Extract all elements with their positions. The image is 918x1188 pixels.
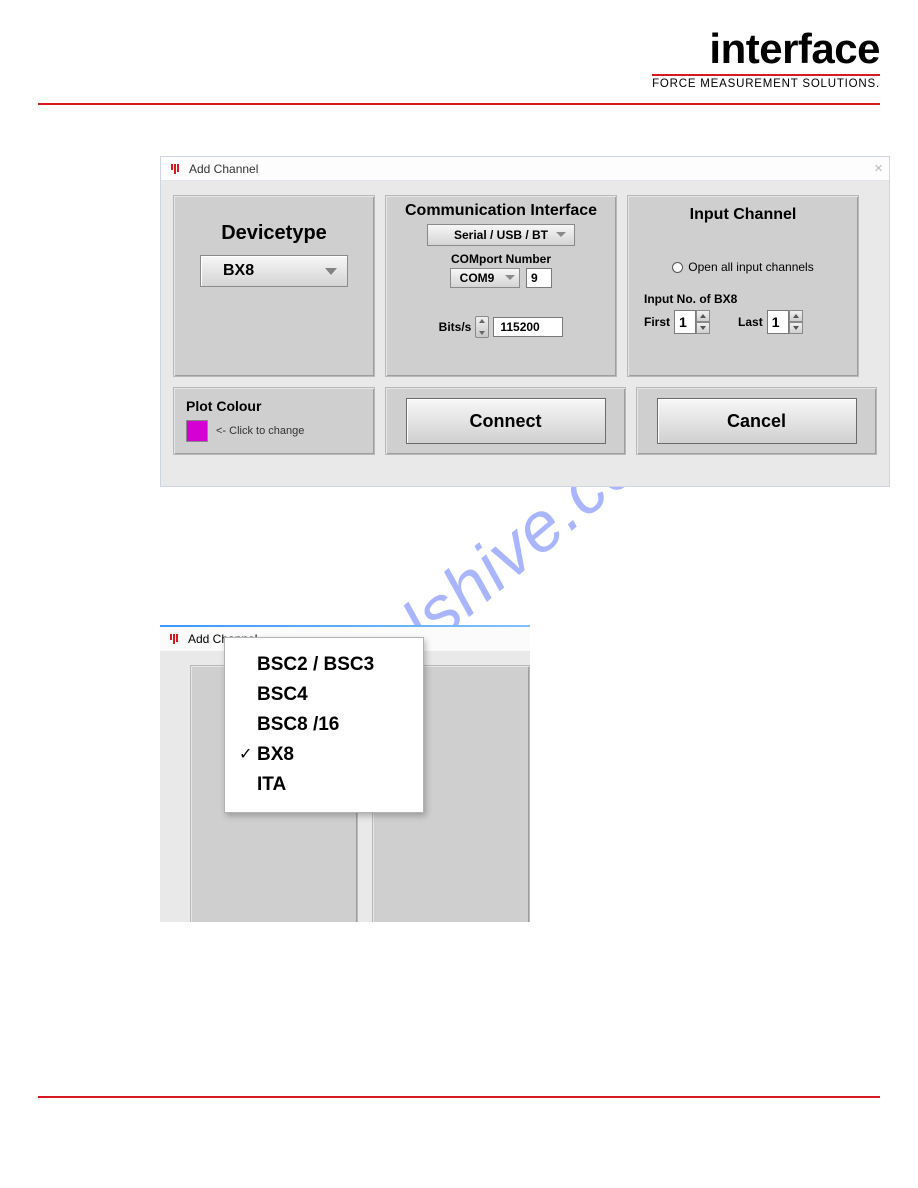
plot-colour-hint: <- Click to change (216, 425, 304, 437)
serial-combo-value: Serial / USB / BT (454, 228, 548, 242)
last-label: Last (738, 315, 763, 329)
app-icon (166, 632, 182, 646)
arrow-down-icon (793, 326, 799, 330)
dropdown-item-selected[interactable]: BX8 (239, 740, 413, 770)
dropdown-item[interactable]: ITA (239, 770, 413, 800)
chevron-down-icon (556, 232, 566, 237)
first-stepper[interactable]: 1 (674, 310, 696, 334)
input-number-label: Input No. of BX8 (644, 292, 858, 306)
open-all-radio[interactable] (672, 262, 683, 273)
devicetype-value: BX8 (223, 262, 254, 280)
window-titlebar: Add Channel × (161, 157, 889, 181)
open-all-label: Open all input channels (688, 260, 813, 274)
first-value: 1 (679, 314, 687, 330)
last-value: 1 (772, 314, 780, 330)
arrow-up-icon (793, 314, 799, 318)
bits-value: 115200 (500, 320, 539, 334)
comport-combo[interactable]: COM9 (450, 268, 520, 288)
cancel-button[interactable]: Cancel (657, 398, 857, 444)
bits-field[interactable]: 115200 (493, 317, 563, 337)
comport-label: COMport Number (386, 252, 616, 266)
comport-number-value: 9 (531, 271, 538, 285)
plot-colour-title: Plot Colour (186, 398, 362, 414)
window-title: Add Channel (189, 162, 258, 176)
connect-panel: Connect (385, 387, 626, 455)
chevron-down-icon (325, 268, 337, 275)
serial-combo[interactable]: Serial / USB / BT (427, 224, 575, 246)
devicetype-combo[interactable]: BX8 (200, 255, 348, 287)
cancel-panel: Cancel (636, 387, 877, 455)
bits-label: Bits/s (439, 320, 472, 334)
add-channel-window: Add Channel × Devicetype BX8 Communicati… (160, 156, 890, 487)
divider-top (38, 103, 880, 105)
brand-underline (652, 74, 880, 76)
bits-knob[interactable] (475, 316, 489, 338)
brand-tagline: FORCE MEASUREMENT SOLUTIONS. (652, 78, 880, 90)
last-spin-buttons[interactable] (789, 310, 803, 334)
plot-colour-panel: Plot Colour <- Click to change (173, 387, 375, 455)
first-label: First (644, 315, 670, 329)
close-icon[interactable]: × (874, 161, 883, 176)
plot-colour-swatch[interactable] (186, 420, 208, 442)
chevron-down-icon (505, 275, 515, 280)
window-body: Devicetype BX8 Communication Interface S… (161, 181, 889, 486)
connect-label: Connect (470, 411, 542, 432)
arrow-down-icon (700, 326, 706, 330)
comport-value: COM9 (460, 271, 495, 285)
comport-number-field[interactable]: 9 (526, 268, 552, 288)
dropdown-item[interactable]: BSC2 / BSC3 (239, 650, 413, 680)
connect-button[interactable]: Connect (406, 398, 606, 444)
first-spin-buttons[interactable] (696, 310, 710, 334)
devicetype-panel: Devicetype BX8 (173, 195, 375, 377)
dropdown-item[interactable]: BSC8 /16 (239, 710, 413, 740)
brand-word: interface (652, 28, 880, 70)
communication-panel: Communication Interface Serial / USB / B… (385, 195, 617, 377)
app-icon (167, 162, 183, 176)
devicetype-title: Devicetype (174, 222, 374, 245)
last-stepper[interactable]: 1 (767, 310, 789, 334)
arrow-up-icon (700, 314, 706, 318)
input-channel-panel: Input Channel Open all input channels In… (627, 195, 859, 377)
cancel-label: Cancel (727, 411, 786, 432)
input-channel-title: Input Channel (628, 196, 858, 224)
devicetype-dropdown: BSC2 / BSC3 BSC4 BSC8 /16 BX8 ITA (224, 637, 424, 813)
communication-title: Communication Interface (386, 196, 616, 220)
divider-bottom (38, 1096, 880, 1098)
dropdown-item[interactable]: BSC4 (239, 680, 413, 710)
page-header: interface FORCE MEASUREMENT SOLUTIONS. (652, 28, 880, 90)
